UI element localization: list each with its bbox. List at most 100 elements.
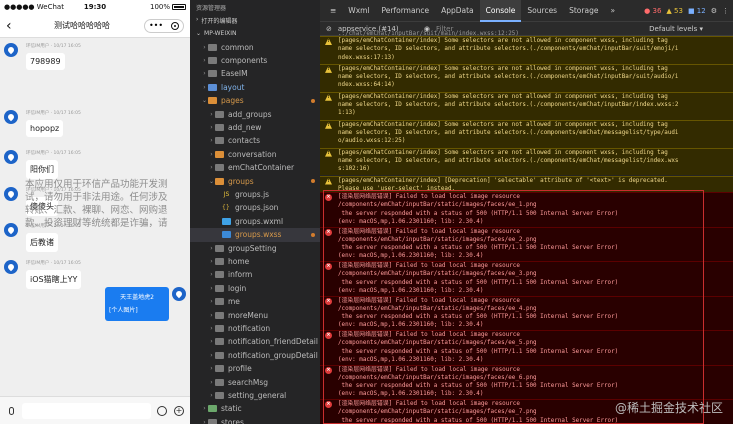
tree-item-notification-groupdetail[interactable]: › notification_groupDetail: [190, 348, 320, 362]
tree-item-profile[interactable]: › profile: [190, 362, 320, 376]
kebab-menu-icon[interactable]: ⋮: [722, 7, 729, 15]
voice-button[interactable]: [5, 405, 17, 417]
tab-performance[interactable]: Performance: [376, 0, 436, 22]
tree-item-add-new[interactable]: › add_new: [190, 120, 320, 134]
console-warning[interactable]: ! [pages/emChatContainer/index] Some sele…: [320, 119, 733, 148]
chevron-right-icon: ›: [203, 83, 206, 91]
console-warning[interactable]: ! [pages/emChatContainer/index] Some sele…: [320, 63, 733, 92]
phone-simulator: ●●●●● WeChat 19:30 100% ‹ 测试哈哈哈哈哈 ••• 环信…: [0, 0, 190, 424]
open-editors-label: 打开的编辑器: [201, 18, 238, 25]
chevron-right-icon: ›: [210, 391, 213, 399]
tree-item-searchmsg[interactable]: › searchMsg: [190, 375, 320, 389]
tab-console[interactable]: Console: [479, 0, 522, 22]
console-error[interactable]: × [渲染层网络层错误] Failed to load local image r…: [320, 295, 733, 330]
console-error[interactable]: × [渲染层网络层错误] Failed to load local image r…: [320, 330, 733, 365]
console-warning[interactable]: ! [pages/emChatContainer/index] Some sele…: [320, 36, 733, 64]
tab-overflow[interactable]: »: [604, 0, 621, 22]
tree-item-emchatcontainer[interactable]: › emChatContainer: [190, 161, 320, 175]
tree-item-static[interactable]: › static: [190, 402, 320, 416]
message-item[interactable]: 环信IM用户 · 10/17 16:05 傻傻头: [4, 187, 81, 216]
avatar[interactable]: [4, 260, 18, 274]
more-actions-button[interactable]: +: [173, 405, 185, 417]
message-item[interactable]: 环信IM用户 · 10/17 16:05 hopopz: [4, 110, 81, 137]
log-message: [pages/emChatContainer/index] Some selec…: [338, 65, 679, 89]
tree-item-contacts[interactable]: › contacts: [190, 134, 320, 148]
tree-item-components[interactable]: › components: [190, 53, 320, 67]
info-count[interactable]: ■ 12: [688, 7, 706, 15]
tree-item-easeim[interactable]: › EaseIM: [190, 67, 320, 81]
tree-item-label: setting_general: [228, 390, 287, 400]
tree-item-pages[interactable]: ⌄ pages: [190, 94, 320, 108]
console-error[interactable]: × [渲染层网络层错误] Failed to load local image r…: [320, 226, 733, 261]
tree-item-groups-json[interactable]: {} groups.json: [190, 201, 320, 215]
message-item[interactable]: 环信IM用户 · 10/17 16:05 iOS猫瞎上YY: [4, 260, 82, 289]
tree-item-common[interactable]: › common: [190, 40, 320, 54]
message-item[interactable]: 环信IM用户 · 10/17 16:05 后教诸: [4, 223, 81, 252]
mini-program-capsule[interactable]: •••: [144, 18, 184, 33]
log-message: [渲染层网络层错误] Failed to load local image re…: [338, 228, 619, 260]
issue-counts[interactable]: ● 36 ▲ 53 ■ 12 ⚙ ⋮: [644, 7, 733, 15]
avatar[interactable]: [4, 43, 18, 57]
log-message: [渲染层网络层错误] Failed to load local image re…: [338, 332, 619, 363]
console-warning[interactable]: ! [pages/emChatContainer/index] Some sele…: [320, 147, 733, 176]
console-error[interactable]: × [渲染层网络层错误] Failed to load local image r…: [320, 261, 733, 296]
error-icon: ×: [325, 194, 332, 201]
tree-item-groups[interactable]: ⌄ groups: [190, 174, 320, 188]
close-target-icon[interactable]: [171, 21, 180, 30]
message-meta: 环信IM用户 · 10/17 16:05: [26, 261, 81, 266]
message-text[interactable]: 798989: [26, 53, 65, 70]
tab-sources[interactable]: Sources: [521, 0, 563, 22]
tree-item-groups-wxss[interactable]: groups.wxss: [190, 227, 320, 242]
open-editors-section[interactable]: › 打开的编辑器: [190, 14, 320, 28]
tab-storage[interactable]: Storage: [563, 0, 604, 22]
tree-item-moremenu[interactable]: › moreMenu: [190, 308, 320, 322]
message-input[interactable]: [22, 402, 151, 419]
console-error[interactable]: × [渲染层网络层错误] Failed to load local image r…: [320, 364, 733, 399]
tree-item-groups-js[interactable]: JS groups.js: [190, 187, 320, 201]
message-item[interactable]: 环信IM用户 · 10/17 16:05 阳你们: [4, 150, 81, 179]
chevron-down-icon: ⌄: [201, 97, 208, 105]
tree-item-notification[interactable]: › notification: [190, 321, 320, 335]
status-bar: ●●●●● WeChat 19:30 100%: [0, 0, 190, 14]
tree-item-home[interactable]: › home: [190, 254, 320, 268]
warning-count[interactable]: ▲ 53: [666, 7, 683, 15]
message-text[interactable]: hopopz: [26, 120, 64, 137]
tab-menu[interactable]: ≡: [324, 0, 342, 22]
message-item[interactable]: 环信IM用户 · 10/17 16:05 798989: [4, 43, 81, 70]
tree-item-conversation[interactable]: › conversation: [190, 147, 320, 161]
sent-image-placeholder[interactable]: [个人图片]: [109, 304, 165, 317]
avatar[interactable]: [4, 187, 18, 201]
avatar[interactable]: [4, 150, 18, 164]
log-message: [pages/emChatContainer/index] Some selec…: [338, 38, 679, 61]
clock: 19:30: [83, 3, 107, 11]
more-dots-icon[interactable]: •••: [149, 21, 163, 30]
tree-item-setting-general[interactable]: › setting_general: [190, 388, 320, 402]
emoji-button[interactable]: [156, 405, 168, 417]
tree-item-login[interactable]: › login: [190, 281, 320, 295]
tree-item-layout[interactable]: › layout: [190, 80, 320, 94]
error-count[interactable]: ● 36: [644, 7, 661, 15]
folder-icon: [208, 97, 217, 105]
settings-gear-icon[interactable]: ⚙: [711, 7, 717, 15]
tree-item-inform[interactable]: › inform: [190, 268, 320, 282]
avatar[interactable]: [4, 223, 18, 237]
avatar[interactable]: [4, 110, 18, 124]
avatar[interactable]: [172, 287, 186, 301]
tree-item-notification-frienddetail[interactable]: › notification_friendDetail: [190, 335, 320, 349]
tree-item-groups-wxml[interactable]: groups.wxml: [190, 214, 320, 228]
tab-appdata[interactable]: AppData: [435, 0, 480, 22]
message-text[interactable]: 后教诸: [26, 233, 58, 252]
devtools-tab-bar: ≡ Wxml Performance AppData Console Sourc…: [320, 0, 733, 22]
console-warning[interactable]: ! [pages/emChatContainer/index] Some sele…: [320, 91, 733, 120]
tree-item-groupsetting[interactable]: › groupSetting: [190, 241, 320, 255]
console-error[interactable]: × [渲染层网络层错误] Failed to load local image r…: [320, 192, 733, 227]
sent-bubble[interactable]: 天王盖地虎2 [个人图片]: [105, 287, 169, 321]
tree-item-stores[interactable]: › stores: [190, 415, 320, 424]
message-text[interactable]: 阳你们: [26, 160, 58, 179]
message-text[interactable]: iOS猫瞎上YY: [26, 270, 82, 289]
back-arrow-icon[interactable]: ‹: [6, 18, 20, 34]
tree-item-me[interactable]: › me: [190, 295, 320, 309]
tab-wxml[interactable]: Wxml: [342, 0, 375, 22]
sent-message[interactable]: 天王盖地虎2 [个人图片]: [105, 287, 186, 321]
tree-item-add-groups[interactable]: › add_groups: [190, 107, 320, 121]
